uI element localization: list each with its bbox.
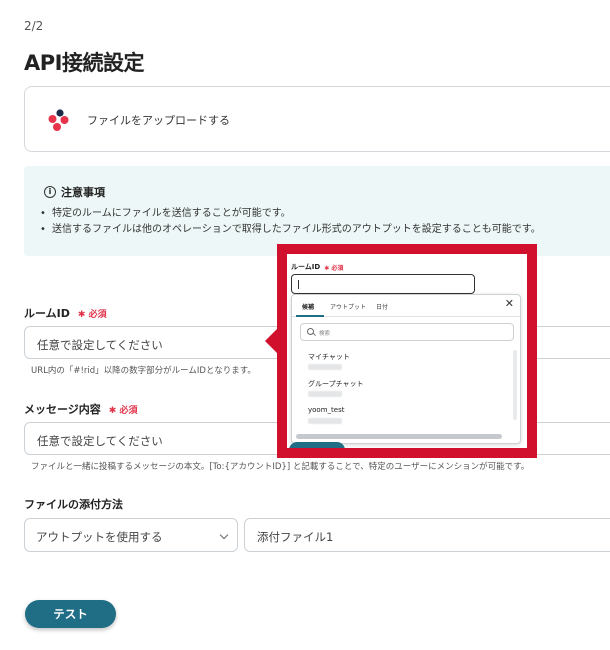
attach-method-label: ファイルの添付方法 [24,496,123,512]
app-card: ファイルをアップロードする [24,86,610,152]
room-id-label: ルームID ✱ 必須 [24,305,107,321]
notice-item: 送信するファイルは他のオペレーションで取得したファイル形式のアウトプットを設定す… [40,222,541,238]
notice-title: i 注意事項 [44,184,105,200]
room-id-hint: URL内の「#!rid」以降の数字部分がルームIDとなります。 [31,366,256,376]
app-action-label: ファイルをアップロードする [87,114,230,127]
attach-file-input[interactable]: 添付ファイル1 [244,518,610,552]
chevron-down-icon [219,530,229,540]
search-placeholder: 検索 [319,331,331,337]
room-id-label-text: ルームID [24,307,70,320]
notice-item: 特定のルームにファイルを送信することが可能です。 [40,206,541,222]
list-item[interactable]: マイチャット [308,352,350,362]
message-hint: ファイルと一緒に投稿するメッセージの本文。[To:{アカウントID}] と記載す… [31,462,530,472]
text-caret [298,280,299,289]
popup-room-id-label: ルームID ✱ 必須 [291,262,343,272]
required-badge: ✱ 必須 [77,309,107,320]
message-label-text: メッセージ内容 [24,403,101,416]
tab-underline [296,315,324,317]
callout-content: ルームID ✱ 必須 候補 アウトプット 日付 ✕ 検索 マイチャット グループ… [287,254,527,448]
required-badge: ✱ 必須 [108,405,138,416]
attach-method-value: アウトプットを使用する [36,530,163,544]
popup-label-text: ルームID [291,263,321,271]
list-item-sub-blurred [308,364,342,370]
vertical-scrollbar[interactable] [513,350,517,420]
tab-candidates[interactable]: 候補 [302,302,314,311]
tab-output[interactable]: アウトプット [330,302,366,311]
tab-date[interactable]: 日付 [376,302,388,311]
required-badge: ✱ 必須 [324,264,344,272]
attach-method-label-text: ファイルの添付方法 [24,498,123,511]
suggestion-dropdown: 候補 アウトプット 日付 ✕ 検索 マイチャット グループチャット yoom_t… [291,294,521,444]
close-icon[interactable]: ✕ [505,298,514,309]
page-title: API接続設定 [24,51,144,75]
dropdown-search-input[interactable]: 検索 [300,323,514,341]
notice-box: i 注意事項 特定のルームにファイルを送信することが可能です。 送信するファイル… [24,166,610,256]
message-label: メッセージ内容 ✱ 必須 [24,401,137,417]
list-item-sub-blurred [308,418,342,424]
popup-test-button-peek [289,442,345,448]
notice-list: 特定のルームにファイルを送信することが可能です。 送信するファイルは他のオペレー… [40,206,541,238]
chatwork-logo-icon [48,109,69,131]
search-icon [307,328,314,335]
list-item[interactable]: yoom_test [308,406,344,414]
popup-room-id-input[interactable] [291,274,475,294]
attach-method-select[interactable]: アウトプットを使用する [24,518,238,552]
zoom-callout: ルームID ✱ 必須 候補 アウトプット 日付 ✕ 検索 マイチャット グループ… [277,244,537,458]
dropdown-tabs: 候補 アウトプット 日付 ✕ [292,295,520,317]
info-icon: i [44,186,56,198]
list-item-sub-blurred [308,391,342,397]
horizontal-scrollbar[interactable] [296,434,502,439]
notice-title-text: 注意事項 [61,186,105,199]
list-item[interactable]: グループチャット [308,379,364,389]
step-indicator: 2/2 [24,19,44,33]
test-button[interactable]: テスト [25,600,116,628]
